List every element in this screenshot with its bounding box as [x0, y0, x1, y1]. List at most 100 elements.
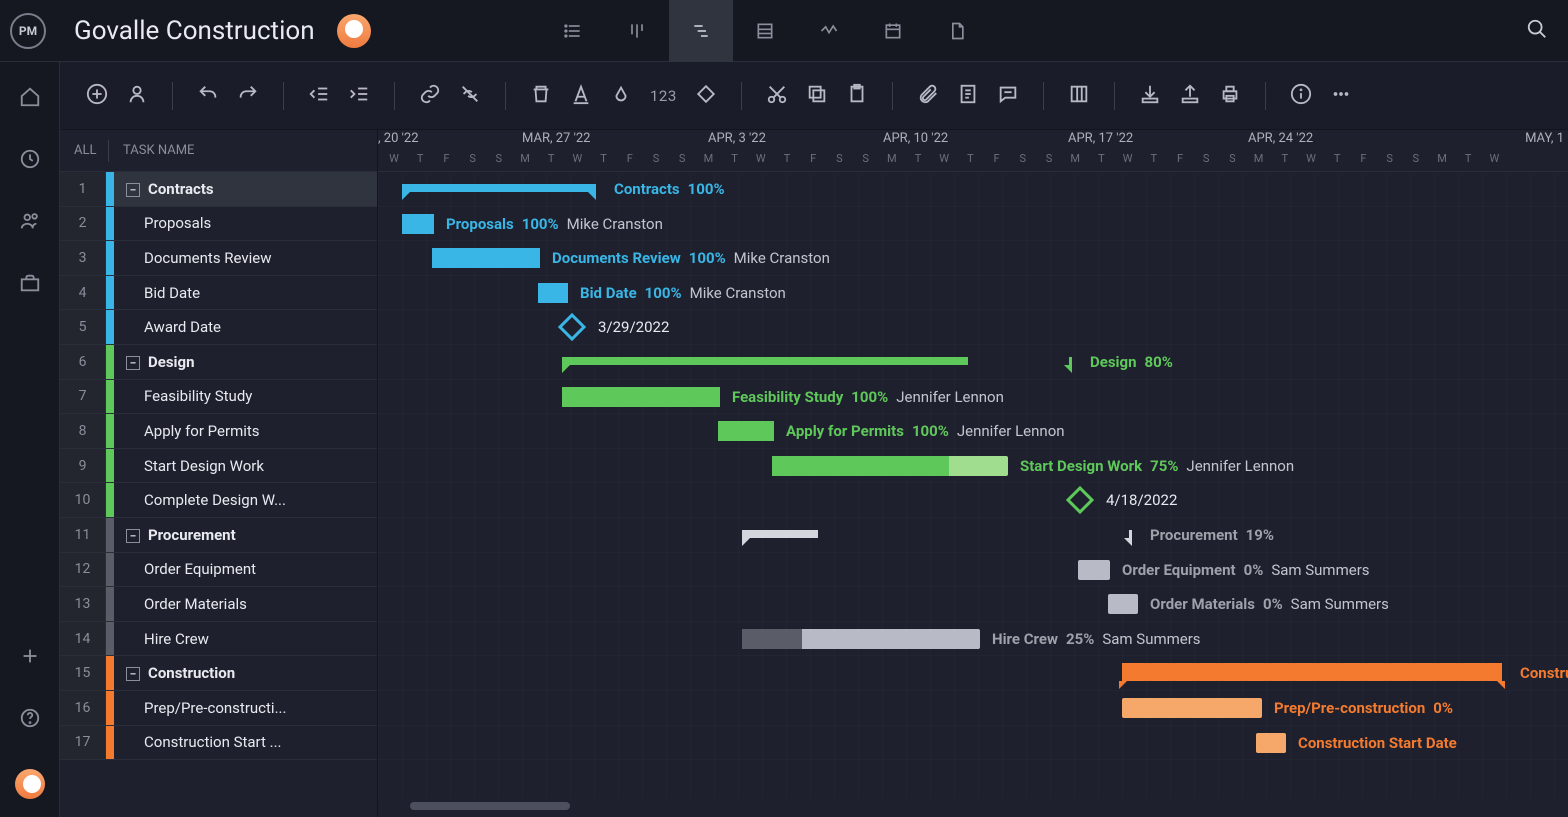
gantt-row[interactable]: Start Design Work 75% Jennifer Lennon: [378, 449, 1568, 484]
add-task-icon[interactable]: [86, 83, 108, 109]
task-row[interactable]: 12Order Equipment: [60, 553, 377, 588]
sheet-view-button[interactable]: [733, 0, 797, 62]
home-icon[interactable]: [19, 86, 41, 112]
gantt-row[interactable]: Construction Start Date: [378, 726, 1568, 761]
task-row[interactable]: 1−Contracts: [60, 172, 377, 207]
notes-icon[interactable]: [957, 83, 979, 109]
task-bar[interactable]: [402, 214, 434, 234]
import-icon[interactable]: [1139, 83, 1161, 109]
collapse-toggle-icon[interactable]: −: [126, 667, 140, 681]
assign-icon[interactable]: [126, 83, 148, 109]
task-row[interactable]: 11−Procurement: [60, 518, 377, 553]
indent-icon[interactable]: [348, 83, 370, 109]
task-row[interactable]: 2Proposals: [60, 207, 377, 242]
list-view-button[interactable]: [541, 0, 605, 62]
milestone-diamond[interactable]: [558, 313, 586, 341]
info-icon[interactable]: [1290, 83, 1312, 109]
column-header-taskname[interactable]: TASK NAME: [123, 143, 194, 158]
gantt-row[interactable]: Documents Review 100% Mike Cranston: [378, 241, 1568, 276]
project-title[interactable]: Govalle Construction: [74, 16, 315, 46]
task-row[interactable]: 10Complete Design W...: [60, 483, 377, 518]
task-row[interactable]: 14Hire Crew: [60, 622, 377, 657]
task-row[interactable]: 9Start Design Work: [60, 449, 377, 484]
copy-icon[interactable]: [806, 83, 828, 109]
summary-bar[interactable]: [562, 357, 1072, 365]
delete-icon[interactable]: [530, 83, 552, 109]
gantt-row[interactable]: 3/29/2022: [378, 310, 1568, 345]
milestone-diamond[interactable]: [1066, 486, 1094, 514]
more-icon[interactable]: [1330, 83, 1352, 109]
task-bar[interactable]: [1256, 733, 1286, 753]
gantt-row[interactable]: Contracts 100%: [378, 172, 1568, 207]
task-row[interactable]: 7Feasibility Study: [60, 380, 377, 415]
task-bar[interactable]: [1108, 594, 1138, 614]
cut-icon[interactable]: [766, 83, 788, 109]
portfolio-icon[interactable]: [19, 272, 41, 298]
task-row[interactable]: 3Documents Review: [60, 241, 377, 276]
task-row[interactable]: 6−Design: [60, 345, 377, 380]
gantt-view-button[interactable]: [669, 0, 733, 62]
column-header-all[interactable]: ALL: [70, 143, 108, 158]
attachment-icon[interactable]: [917, 83, 939, 109]
task-row[interactable]: 8Apply for Permits: [60, 414, 377, 449]
comment-icon[interactable]: [997, 83, 1019, 109]
outdent-icon[interactable]: [308, 83, 330, 109]
app-logo[interactable]: PM: [10, 13, 46, 49]
gantt-row[interactable]: Prep/Pre-construction 0%: [378, 691, 1568, 726]
task-bar[interactable]: [718, 421, 774, 441]
gantt-row[interactable]: Procurement 19%: [378, 518, 1568, 553]
paste-icon[interactable]: [846, 83, 868, 109]
task-bar[interactable]: [538, 283, 568, 303]
user-avatar[interactable]: [15, 769, 45, 799]
scrollbar-thumb[interactable]: [410, 802, 570, 810]
gantt-row[interactable]: Bid Date 100% Mike Cranston: [378, 276, 1568, 311]
team-icon[interactable]: [19, 210, 41, 236]
link-icon[interactable]: [419, 83, 441, 109]
number-format-label[interactable]: 123: [650, 87, 677, 105]
text-style-icon[interactable]: [570, 83, 592, 109]
gantt-chart[interactable]: , 20 '22MAR, 27 '22APR, 3 '22APR, 10 '22…: [378, 130, 1568, 817]
task-bar[interactable]: [432, 248, 540, 268]
task-bar[interactable]: [742, 629, 980, 649]
gantt-row[interactable]: Construction 0%: [378, 656, 1568, 691]
summary-bar[interactable]: [1122, 663, 1502, 681]
gantt-row[interactable]: Apply for Permits 100% Jennifer Lennon: [378, 414, 1568, 449]
task-bar[interactable]: [562, 387, 720, 407]
task-row[interactable]: 15−Construction: [60, 656, 377, 691]
search-button[interactable]: [1526, 18, 1548, 44]
task-row[interactable]: 13Order Materials: [60, 587, 377, 622]
print-icon[interactable]: [1219, 83, 1241, 109]
task-row[interactable]: 4Bid Date: [60, 276, 377, 311]
project-owner-avatar[interactable]: [337, 14, 371, 48]
gantt-row[interactable]: Order Equipment 0% Sam Summers: [378, 553, 1568, 588]
add-icon[interactable]: [19, 645, 41, 671]
task-bar[interactable]: [772, 456, 1008, 476]
task-row[interactable]: 5Award Date: [60, 310, 377, 345]
task-bar[interactable]: [1078, 560, 1110, 580]
task-row[interactable]: 16Prep/Pre-constructi...: [60, 691, 377, 726]
summary-bar[interactable]: [402, 184, 596, 192]
gantt-row[interactable]: Proposals 100% Mike Cranston: [378, 207, 1568, 242]
gantt-row[interactable]: Order Materials 0% Sam Summers: [378, 587, 1568, 622]
calendar-view-button[interactable]: [861, 0, 925, 62]
task-row[interactable]: 17Construction Start ...: [60, 726, 377, 761]
redo-icon[interactable]: [237, 83, 259, 109]
columns-icon[interactable]: [1068, 83, 1090, 109]
recent-icon[interactable]: [19, 148, 41, 174]
collapse-toggle-icon[interactable]: −: [126, 183, 140, 197]
doc-view-button[interactable]: [925, 0, 989, 62]
undo-icon[interactable]: [197, 83, 219, 109]
summary-bar[interactable]: [742, 530, 1132, 538]
export-icon[interactable]: [1179, 83, 1201, 109]
collapse-toggle-icon[interactable]: −: [126, 529, 140, 543]
gantt-row[interactable]: 4/18/2022: [378, 483, 1568, 518]
board-view-button[interactable]: [605, 0, 669, 62]
fill-color-icon[interactable]: [610, 83, 632, 109]
unlink-icon[interactable]: [459, 83, 481, 109]
help-icon[interactable]: [19, 707, 41, 733]
horizontal-scrollbar[interactable]: [378, 801, 1568, 811]
task-bar[interactable]: [1122, 698, 1262, 718]
gantt-row[interactable]: Feasibility Study 100% Jennifer Lennon: [378, 380, 1568, 415]
collapse-toggle-icon[interactable]: −: [126, 356, 140, 370]
gantt-row[interactable]: Design 80%: [378, 345, 1568, 380]
